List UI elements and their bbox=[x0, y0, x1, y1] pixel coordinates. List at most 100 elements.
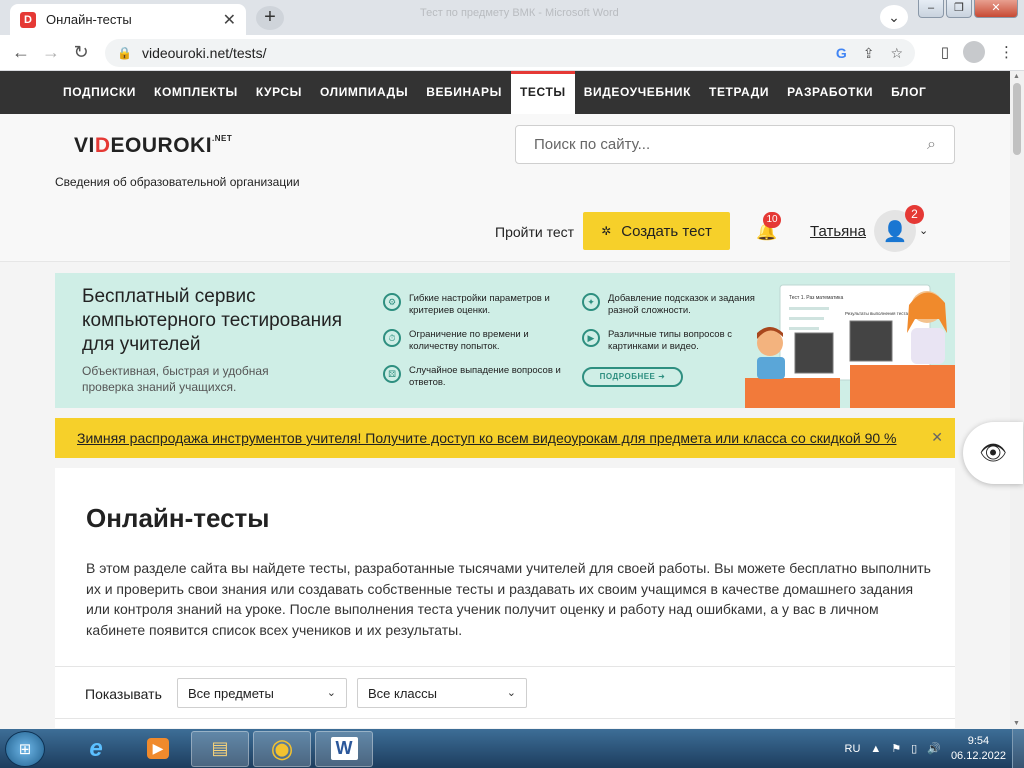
lightbulb-icon: ✦ bbox=[582, 293, 600, 311]
videouroki-favicon-icon: D bbox=[20, 11, 36, 28]
scrollbar-thumb[interactable] bbox=[1013, 83, 1021, 155]
nav-item[interactable]: ВЕБИНАРЫ bbox=[417, 71, 511, 114]
nav-item[interactable]: ОЛИМПИАДЫ bbox=[311, 71, 417, 114]
reload-icon[interactable]: ↻ bbox=[66, 42, 96, 63]
logo-text-prefix: VI bbox=[74, 134, 95, 157]
create-test-icon: ✲ bbox=[601, 224, 612, 238]
google-translate-icon[interactable]: G bbox=[836, 45, 847, 61]
forward-icon[interactable]: → bbox=[36, 42, 66, 63]
nav-item[interactable]: ТЕСТЫ bbox=[511, 71, 575, 114]
show-desktop-button[interactable] bbox=[1012, 729, 1024, 768]
scroll-up-arrow-icon[interactable]: ▲ bbox=[1013, 73, 1020, 80]
logo-text-accent: D bbox=[94, 134, 111, 157]
banner-feature-text: Случайное выпадение вопросов и ответов. bbox=[409, 365, 561, 388]
page-scrollbar[interactable]: ▲ ▼ bbox=[1010, 71, 1024, 729]
media-player-icon[interactable]: ▶ bbox=[129, 731, 187, 767]
take-test-link[interactable]: Пройти тест bbox=[495, 224, 574, 240]
file-explorer-icon[interactable]: ▤ bbox=[191, 730, 249, 767]
chevron-down-icon[interactable]: ⌄ bbox=[919, 224, 928, 237]
banner-feature-text: Ограничение по времени и количеству попы… bbox=[409, 329, 529, 352]
back-icon[interactable]: ← bbox=[6, 42, 36, 63]
videouroki-logo[interactable]: VIDEOUROKI.NET bbox=[74, 134, 232, 158]
chevron-down-icon: ⌄ bbox=[506, 687, 516, 699]
browser-tab[interactable]: D Онлайн-тесты ✕ bbox=[10, 4, 246, 35]
nav-item[interactable]: ВИДЕОУЧЕБНИК bbox=[575, 71, 700, 114]
banner-feature-text: Различные типы вопросов с картинками и в… bbox=[608, 329, 733, 352]
side-panel-icon[interactable]: ▯ bbox=[941, 43, 949, 61]
word-icon[interactable]: W bbox=[315, 730, 373, 767]
nav-item[interactable]: ПОДПИСКИ bbox=[54, 71, 145, 114]
chrome-icon[interactable]: ◉ bbox=[253, 730, 311, 767]
banner-feature: ⏱ Ограничение по времени и количеству по… bbox=[383, 329, 563, 353]
close-window-button[interactable]: ✕ bbox=[974, 0, 1018, 18]
promo-close-icon[interactable]: ✕ bbox=[931, 429, 943, 446]
site-search-input[interactable]: Поиск по сайту... ⌕ bbox=[515, 125, 955, 164]
nav-item[interactable]: КОМПЛЕКТЫ bbox=[145, 71, 247, 114]
network-icon[interactable]: ▯ bbox=[911, 742, 917, 755]
illustration-test-title: Тест 1. Раз математика bbox=[789, 295, 843, 301]
bookmark-star-icon[interactable]: ☆ bbox=[890, 45, 903, 62]
banner-feature: ▶ Различные типы вопросов с картинками и… bbox=[582, 329, 762, 353]
windows-start-button[interactable]: ⊞ bbox=[5, 730, 45, 767]
class-select[interactable]: Все классы ⌄ bbox=[357, 678, 527, 708]
nav-item[interactable]: БЛОГ bbox=[882, 71, 935, 114]
search-icon[interactable]: ⌕ bbox=[927, 136, 936, 154]
internet-explorer-icon[interactable]: e bbox=[67, 731, 125, 767]
new-tab-button[interactable]: + bbox=[256, 6, 284, 30]
banner-feature-text: Гибкие настройки параметров и критериев … bbox=[409, 293, 550, 316]
dice-icon: ⚄ bbox=[383, 365, 401, 383]
page-description: В этом разделе сайта вы найдете тесты, р… bbox=[86, 560, 931, 638]
site-main-nav: ПОДПИСКИ КОМПЛЕКТЫ КУРСЫ ОЛИМПИАДЫ ВЕБИНАРЫ Т… bbox=[0, 71, 1010, 114]
nav-item[interactable]: КУРСЫ bbox=[247, 71, 311, 114]
banner-feature: ⚄ Случайное выпадение вопросов и ответов… bbox=[383, 365, 563, 389]
search-placeholder: Поиск по сайту... bbox=[534, 136, 651, 153]
lock-icon[interactable]: 🔒 bbox=[117, 46, 132, 60]
profile-icon[interactable] bbox=[963, 41, 985, 63]
chevron-down-icon: ⌄ bbox=[326, 687, 336, 699]
tab-close-icon[interactable]: ✕ bbox=[223, 10, 236, 30]
promo-link[interactable]: Зимняя распродажа инструментов учителя! … bbox=[77, 430, 897, 446]
tab-title: Онлайн-тесты bbox=[46, 12, 132, 27]
nav-item[interactable]: ТЕТРАДИ bbox=[700, 71, 778, 114]
minimize-button[interactable]: – bbox=[918, 0, 944, 18]
subject-select[interactable]: Все предметы ⌄ bbox=[177, 678, 347, 708]
address-bar[interactable]: 🔒 videouroki.net/tests/ G ⇪ ☆ bbox=[105, 39, 915, 67]
scroll-down-arrow-icon[interactable]: ▼ bbox=[1013, 720, 1020, 727]
banner-subtitle: Объективная, быстрая и удобная проверка … bbox=[82, 364, 269, 394]
tab-search-button[interactable]: ⌄ bbox=[880, 5, 908, 29]
volume-icon[interactable]: 🔊 bbox=[927, 742, 941, 755]
section-divider bbox=[55, 666, 955, 667]
logo-sup: .NET bbox=[212, 134, 233, 143]
org-info-link[interactable]: Сведения об образовательной организации bbox=[55, 175, 300, 189]
winter-sale-promo[interactable]: Зимняя распродажа инструментов учителя! … bbox=[55, 418, 955, 458]
accessibility-eye-icon[interactable]: 👁 bbox=[963, 422, 1023, 484]
testing-service-banner[interactable]: Бесплатный сервис компьютерного тестиров… bbox=[55, 273, 955, 408]
page-title: Онлайн-тесты bbox=[86, 503, 270, 533]
windows-taskbar: ⊞ e ▶ ▤ ◉ W RU ▲ ⚑ ▯ 🔊 9:54 06.12.2022 bbox=[0, 729, 1024, 768]
browser-tabstrip: D Онлайн-тесты ✕ + Тест по предмету ВМК … bbox=[0, 0, 1024, 35]
language-indicator[interactable]: RU bbox=[845, 743, 861, 755]
share-icon[interactable]: ⇪ bbox=[863, 45, 875, 62]
action-center-flag-icon[interactable]: ⚑ bbox=[891, 742, 901, 755]
class-select-value: Все классы bbox=[368, 686, 438, 701]
chrome-menu-icon[interactable]: ⋮ bbox=[999, 43, 1014, 61]
more-details-button[interactable]: ПОДРОБНЕЕ ➜ bbox=[582, 367, 683, 387]
tray-expand-icon[interactable]: ▲ bbox=[870, 743, 881, 755]
taskbar-clock[interactable]: 9:54 06.12.2022 bbox=[951, 734, 1006, 764]
timer-icon: ⏱ bbox=[383, 329, 401, 347]
logo-text-suffix: EOUROKI bbox=[110, 134, 213, 157]
user-messages-badge: 2 bbox=[905, 205, 924, 224]
browser-toolbar: ← → ↻ 🔒 videouroki.net/tests/ G ⇪ ☆ ▯ ⋮ bbox=[0, 35, 1024, 71]
user-avatar-icon: 👤 bbox=[882, 220, 908, 243]
restore-button[interactable]: ❐ bbox=[946, 0, 972, 18]
user-name-link[interactable]: Татьяна bbox=[810, 223, 866, 240]
subject-select-value: Все предметы bbox=[188, 686, 274, 701]
create-test-button[interactable]: ✲ Создать тест bbox=[583, 212, 730, 250]
nav-item[interactable]: РАЗРАБОТКИ bbox=[778, 71, 882, 114]
filter-label: Показывать bbox=[85, 686, 162, 702]
video-play-icon: ▶ bbox=[582, 329, 600, 347]
clock-date: 06.12.2022 bbox=[950, 749, 1006, 762]
banner-feature: ✦ Добавление подсказок и задания разной … bbox=[582, 293, 762, 317]
teachers-illustration: Тест 1. Раз математика Результаты выполн… bbox=[745, 284, 955, 408]
url-text[interactable]: videouroki.net/tests/ bbox=[142, 45, 820, 61]
